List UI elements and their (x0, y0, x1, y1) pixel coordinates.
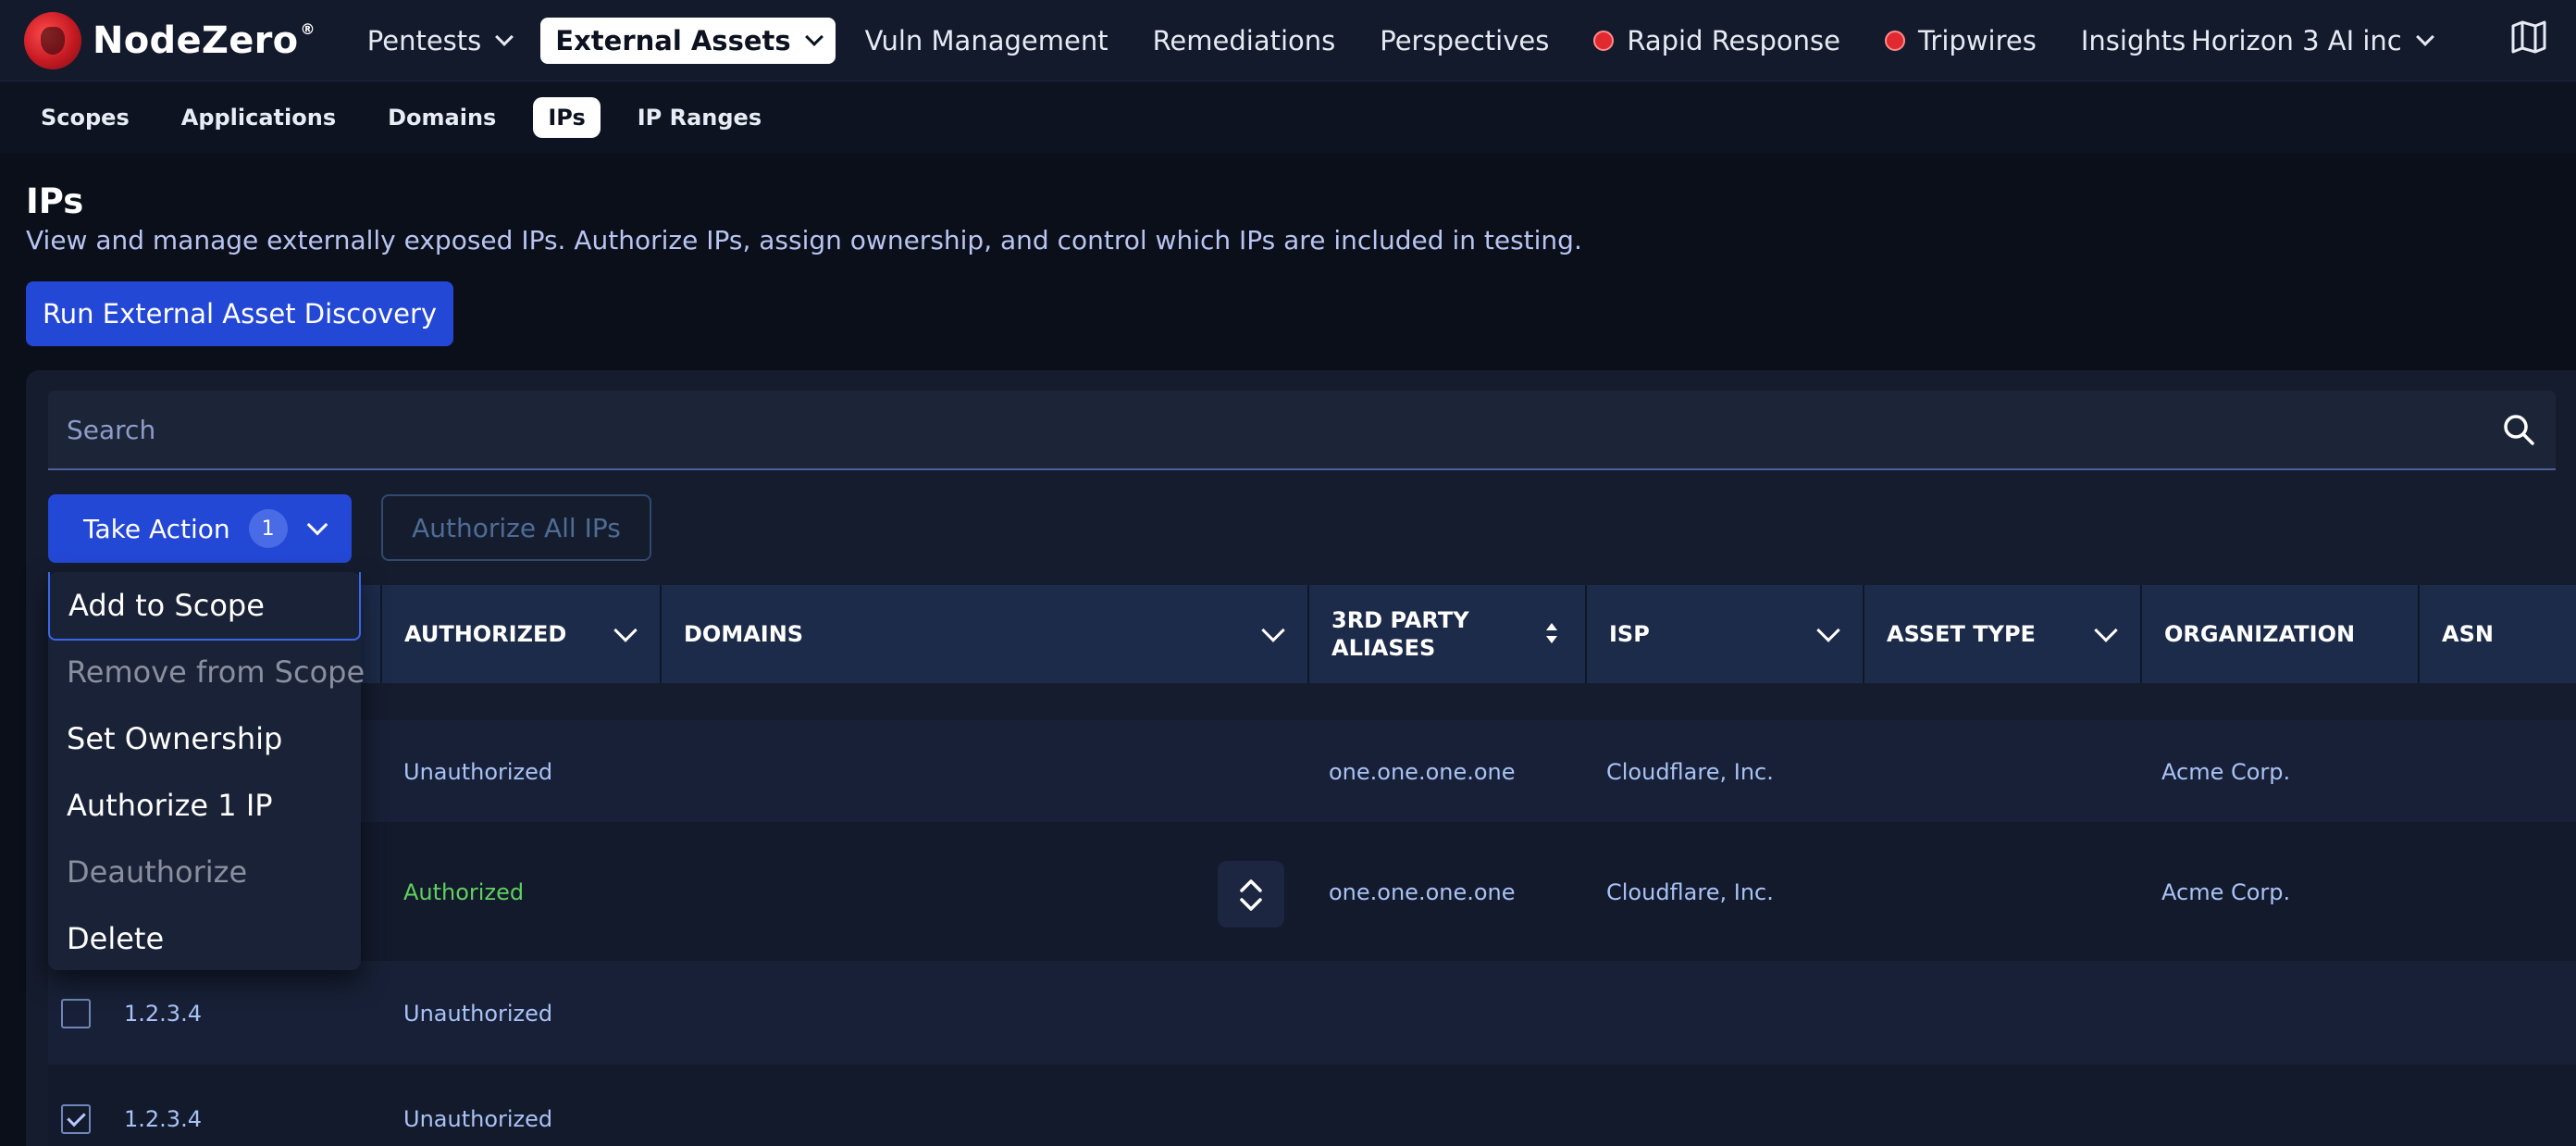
top-navigation: NodeZero ® Pentests External Assets Vuln … (0, 0, 2576, 81)
nav-pentests[interactable]: Pentests (353, 18, 526, 64)
isp-value: Cloudflare, Inc. (1606, 759, 1774, 785)
chevron-down-icon (804, 27, 824, 46)
alert-dot-icon (1593, 30, 1615, 51)
column-organization[interactable]: ORGANIZATION (2140, 585, 2418, 683)
chevron-down-icon (613, 618, 638, 642)
take-action-button[interactable]: Take Action 1 (48, 494, 352, 563)
authorize-all-ips-button[interactable]: Authorize All IPs (381, 494, 651, 561)
organization-value: Acme Corp. (2161, 759, 2291, 785)
organization-value: Acme Corp. (2161, 879, 2291, 905)
expand-collapse-icon (1240, 879, 1262, 911)
tab-ip-ranges[interactable]: IP Ranges (623, 97, 776, 138)
map-icon[interactable] (2511, 20, 2546, 54)
nav-perspectives[interactable]: Perspectives (1365, 18, 1564, 64)
chevron-down-icon (495, 27, 514, 46)
take-action-menu: Add to Scope Remove from Scope Set Owner… (48, 572, 365, 972)
tab-domains[interactable]: Domains (373, 97, 511, 138)
authorized-status: Unauthorized (403, 1001, 553, 1027)
nav-external-assets[interactable]: External Assets (540, 17, 836, 64)
run-external-asset-discovery-button[interactable]: Run External Asset Discovery (26, 281, 453, 346)
isp-value: Cloudflare, Inc. (1606, 879, 1774, 905)
row-checkbox[interactable] (61, 999, 91, 1028)
column-asn[interactable]: ASN (2418, 585, 2576, 683)
menu-item-set-ownership[interactable]: Set Ownership (48, 705, 361, 772)
table-row[interactable] (48, 1065, 2576, 1146)
menu-item-add-to-scope[interactable]: Add to Scope (48, 572, 361, 641)
nodezero-logo-icon (24, 11, 81, 69)
nav-remediations[interactable]: Remediations (1138, 18, 1351, 64)
nav-insights[interactable]: Insights (2066, 18, 2200, 64)
column-3rd-party-aliases[interactable]: 3RD PARTY ALIASES (1307, 585, 1585, 683)
column-authorized[interactable]: AUTHORIZED (380, 585, 660, 683)
row-checkbox[interactable] (61, 1104, 91, 1134)
authorized-status: Unauthorized (403, 759, 553, 785)
menu-item-remove-from-scope: Remove from Scope (67, 654, 365, 690)
org-switcher[interactable]: Horizon 3 AI inc (2191, 18, 2434, 64)
sort-icon (1546, 623, 1557, 643)
alias-link[interactable]: one.one.one.one (1329, 759, 1516, 785)
nav-rapid-response[interactable]: Rapid Response (1579, 18, 1855, 64)
alert-dot-icon (1884, 30, 1905, 51)
menu-item-authorize-ip[interactable]: Authorize 1 IP (48, 772, 361, 839)
authorized-status: Unauthorized (403, 1106, 553, 1132)
alias-link[interactable]: one.one.one.one (1329, 879, 1516, 905)
search-input[interactable]: Search (67, 415, 155, 445)
brand-name: NodeZero ® (93, 19, 316, 62)
brand-logo[interactable]: NodeZero ® (24, 11, 316, 69)
page-title: IPs (26, 181, 84, 221)
table-header: AUTHORIZED DOMAINS 3RD PARTY ALIASES ISP… (48, 585, 2576, 683)
chevron-down-icon (2094, 618, 2118, 642)
column-domains[interactable]: DOMAINS (660, 585, 1307, 683)
column-isp[interactable]: ISP (1585, 585, 1863, 683)
ip-link[interactable]: 1.2.3.4 (124, 1106, 202, 1132)
chevron-down-icon (1261, 618, 1285, 642)
authorized-status: Authorized (403, 879, 525, 905)
search-icon[interactable] (2502, 413, 2535, 446)
expand-domains-button[interactable] (1218, 861, 1284, 928)
ip-link[interactable]: 1.2.3.4 (124, 1001, 202, 1027)
chevron-down-icon (306, 514, 328, 536)
menu-item-delete[interactable]: Delete (48, 905, 361, 972)
page-description: View and manage externally exposed IPs. … (26, 225, 1582, 255)
menu-item-deauthorize: Deauthorize (67, 854, 248, 890)
chevron-down-icon (2415, 28, 2434, 46)
tab-scopes[interactable]: Scopes (26, 97, 144, 138)
tab-applications[interactable]: Applications (167, 97, 351, 138)
sub-navigation: Scopes Applications Domains IPs IP Range… (0, 81, 2576, 154)
nav-vuln-management[interactable]: Vuln Management (850, 18, 1123, 64)
chevron-down-icon (1816, 618, 1840, 642)
nav-tripwires[interactable]: Tripwires (1870, 18, 2051, 64)
column-asset-type[interactable]: ASSET TYPE (1863, 585, 2140, 683)
search-bar[interactable]: Search (48, 391, 2556, 470)
selected-count-badge: 1 (248, 509, 288, 548)
tab-ips[interactable]: IPs (533, 97, 601, 138)
